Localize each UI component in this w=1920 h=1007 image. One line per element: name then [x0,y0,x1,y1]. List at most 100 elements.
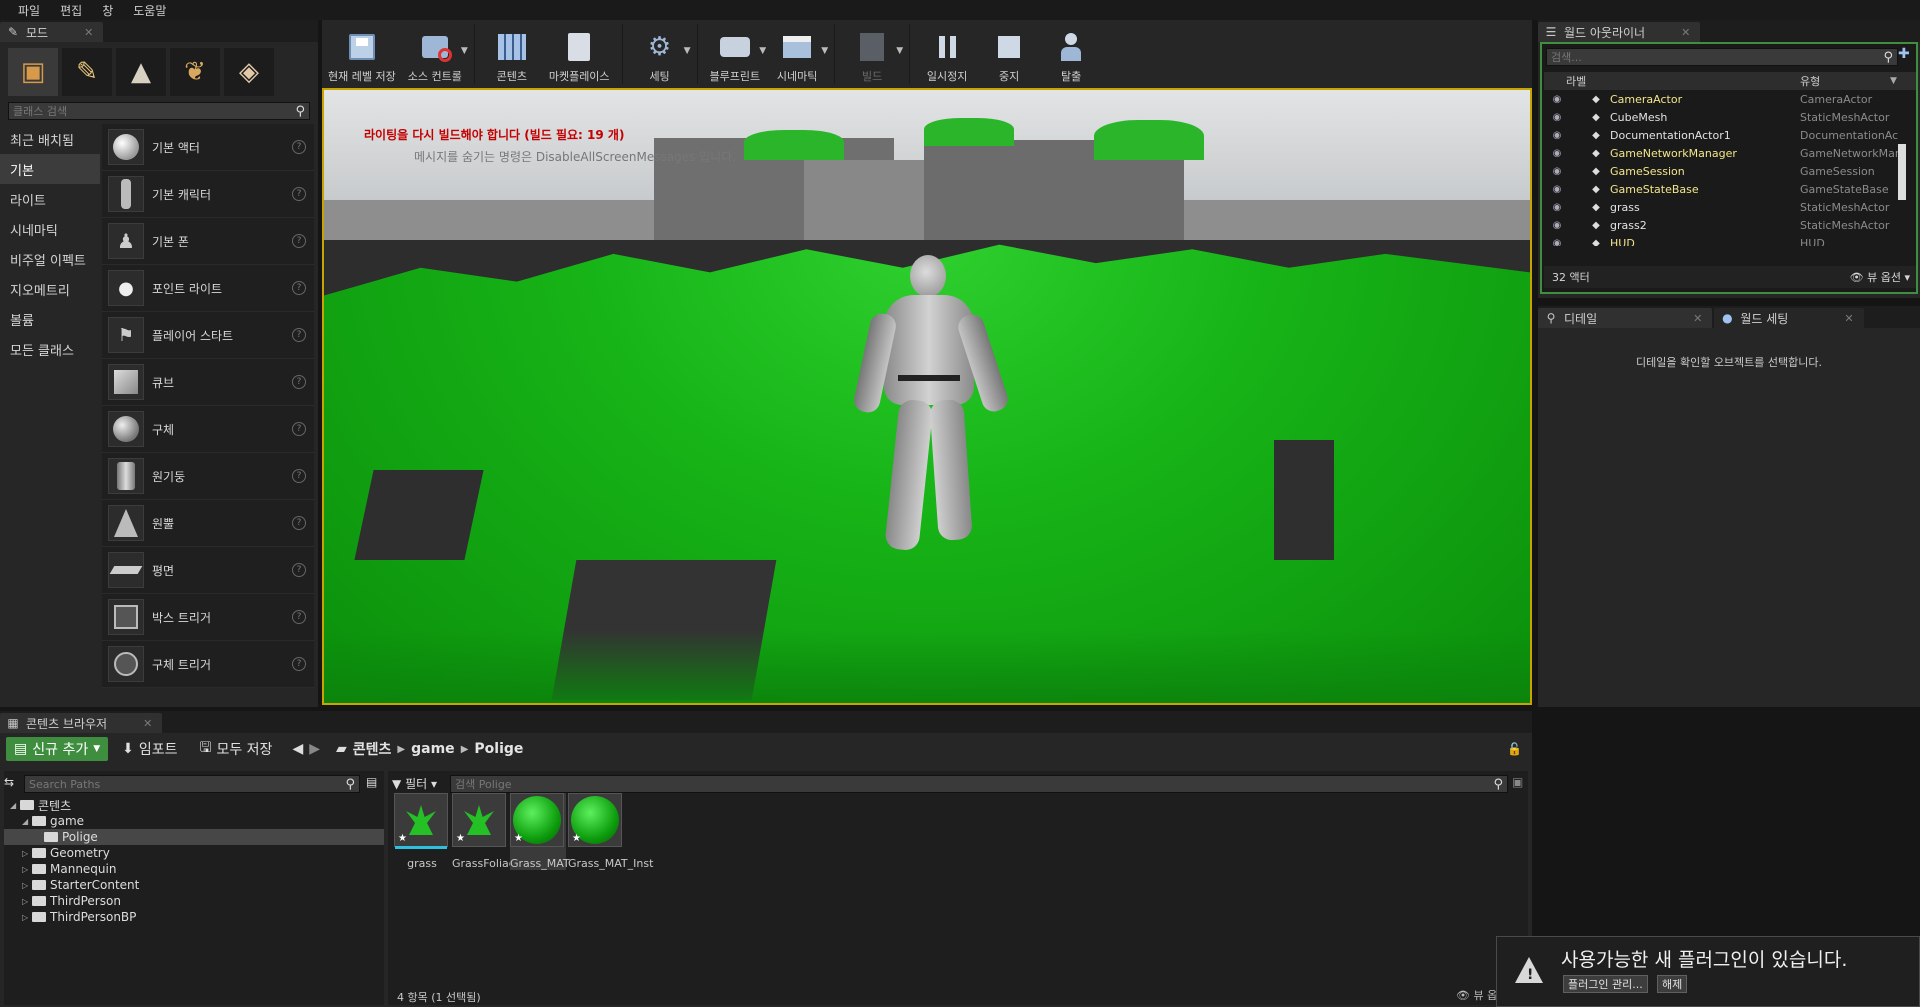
expand-arrow-icon[interactable]: ▷ [22,913,32,922]
expand-arrow-icon[interactable]: ▷ [22,881,32,890]
category-basic[interactable]: 기본 [0,154,100,184]
close-icon[interactable]: ✕ [1844,312,1853,325]
breadcrumb-separator-icon[interactable]: ▶ [461,744,469,755]
world-settings-tab[interactable]: ● 월드 세팅 ✕ [1714,308,1864,328]
outliner-col-type[interactable]: 유형 [1800,73,1890,89]
chevron-down-icon[interactable]: ▼ [821,46,828,56]
add-folder-icon[interactable]: ✚ [1898,46,1910,62]
list-view-icon[interactable]: ▤ [366,775,377,789]
outliner-search-input[interactable]: 검색... ⚲ [1546,48,1898,66]
view-options-button[interactable]: 👁 뷰 옵션 ▾ [1850,269,1910,285]
category-geometry[interactable]: 지오메트리 [0,274,100,304]
help-icon[interactable]: ? [292,234,306,248]
breadcrumb-polige[interactable]: Polige [474,741,523,757]
collections-toggle-icon[interactable]: ⇆ [4,775,14,789]
expand-arrow-icon[interactable]: ▷ [22,849,32,858]
eye-icon[interactable]: ◉ [1544,112,1570,123]
marketplace-button[interactable]: 마켓플레이스 [543,20,616,88]
eye-icon[interactable]: ◉ [1544,148,1570,159]
folder-tree-item[interactable]: ◢ game [4,813,384,829]
level-viewport[interactable]: 라이팅을 다시 빌드해야 합니다 (빌드 필요: 19 개) 메시지를 숨기는 … [322,88,1532,705]
help-icon[interactable]: ? [292,469,306,483]
search-paths-input[interactable]: Search Paths ⚲ [24,775,360,793]
help-icon[interactable]: ? [292,281,306,295]
help-icon[interactable]: ? [292,187,306,201]
outliner-row[interactable]: ◉ ◆ GameSession GameSession [1544,162,1916,180]
place-item[interactable]: ♟ 기본 폰? [102,218,314,265]
save-all-button[interactable]: 🖫 모두 저장 [192,737,281,761]
outliner-row[interactable]: ◉ ◆ DocumentationActor1 DocumentationAc [1544,126,1916,144]
chevron-down-icon[interactable]: ▼ [1890,76,1897,86]
back-arrow-icon[interactable]: ◀ [292,741,303,757]
chevron-down-icon[interactable]: ▼ [684,46,691,56]
folder-tree-item[interactable]: ▷ Mannequin [4,861,384,877]
pause-button[interactable]: 일시정지 [916,20,978,88]
expand-arrow-icon[interactable]: ▷ [22,865,32,874]
source-control-button[interactable]: 소스 컨트롤 ▼ [402,20,468,88]
import-button[interactable]: ⬇ 임포트 [114,737,185,761]
place-item[interactable]: 기본 캐릭터? [102,171,314,218]
folder-tree-item[interactable]: ▷ Geometry [4,845,384,861]
manage-plugins-button[interactable]: 플러그인 관리... [1563,975,1648,993]
place-item[interactable]: 원뿔? [102,500,314,547]
menu-help[interactable]: 도움말 [123,2,176,19]
outliner-row[interactable]: ◉ ◆ grass2 StaticMeshActor [1544,216,1916,234]
menu-file[interactable]: 파일 [8,2,50,19]
modes-tab[interactable]: ✎ 모드 ✕ [0,22,104,42]
chevron-down-icon[interactable]: ▼ [759,46,766,56]
expand-arrow-icon[interactable]: ▷ [22,897,32,906]
place-item[interactable]: 구체 트리거? [102,641,314,688]
settings-button[interactable]: ⚙ 세팅 ▼ [629,20,691,88]
outliner-col-label[interactable]: 라벨 [1566,73,1800,89]
category-lights[interactable]: 라이트 [0,184,100,214]
place-item[interactable]: 박스 트리거? [102,594,314,641]
help-icon[interactable]: ? [292,328,306,342]
category-volumes[interactable]: 볼륨 [0,304,100,334]
place-item[interactable]: ⚑ 플레이어 스타트? [102,312,314,359]
close-icon[interactable]: ✕ [1681,26,1690,39]
folder-tree-item[interactable]: ▷ ThirdPerson [4,893,384,909]
asset-search-input[interactable]: 검색 Polige ⚲ [450,775,1508,793]
folder-tree-item[interactable]: Polige [4,829,384,845]
content-button[interactable]: 콘텐츠 [481,20,543,88]
outliner-row[interactable]: ◉ ◆ CubeMesh StaticMeshActor [1544,108,1916,126]
help-icon[interactable]: ? [292,563,306,577]
outliner-row[interactable]: ◉ ◆ HUD HUD [1544,234,1916,247]
place-item[interactable]: 기본 액터? [102,124,314,171]
help-icon[interactable]: ? [292,516,306,530]
breadcrumb-content[interactable]: 콘텐츠 [353,739,392,759]
asset-tile[interactable]: ★ Grass_MAT [510,793,570,870]
folder-tree-item[interactable]: ▷ StarterContent [4,877,384,893]
place-mode-button[interactable]: ▣ [8,48,58,96]
place-item[interactable]: 평면? [102,547,314,594]
outliner-row[interactable]: ◉ ◆ GameStateBase GameStateBase [1544,180,1916,198]
outliner-tab[interactable]: ☰ 월드 아웃라이너 ✕ [1538,22,1701,42]
cinematics-button[interactable]: 시네마틱 ▼ [766,20,828,88]
class-search-input[interactable]: 클래스 검색 ⚲ [8,102,310,120]
eye-icon[interactable]: ◉ [1544,166,1570,177]
save-level-button[interactable]: 현재 레벨 저장 [322,20,402,88]
expand-arrow-icon[interactable]: ◢ [10,801,20,810]
stop-button[interactable]: 중지 [978,20,1040,88]
eye-icon[interactable]: ◉ [1544,202,1570,213]
category-recent[interactable]: 최근 배치됨 [0,124,100,154]
folder-tree-item[interactable]: ▷ ThirdPersonBP [4,909,384,925]
filter-button[interactable]: ▼ 필터 ▾ [392,775,437,792]
breadcrumb-separator-icon[interactable]: ▶ [397,744,405,755]
asset-tile[interactable]: ★ Grass_MAT_Inst [568,793,653,870]
place-item[interactable]: 큐브? [102,359,314,406]
close-icon[interactable]: ✕ [84,26,93,39]
forward-arrow-icon[interactable]: ▶ [309,741,320,757]
content-browser-tab[interactable]: ▦ 콘텐츠 브라우저 ✕ [0,713,163,733]
help-icon[interactable]: ? [292,140,306,154]
category-cinematic[interactable]: 시네마틱 [0,214,100,244]
category-all-classes[interactable]: 모든 클래스 [0,334,100,364]
help-icon[interactable]: ? [292,422,306,436]
help-icon[interactable]: ? [292,375,306,389]
eye-icon[interactable]: ◉ [1544,130,1570,141]
build-button[interactable]: 빌드 ▼ [841,20,903,88]
paint-mode-button[interactable]: ✎ [62,48,112,96]
eject-button[interactable]: 탈출 [1040,20,1102,88]
outliner-row[interactable]: ◉ ◆ GameNetworkManager GameNetworkMar [1544,144,1916,162]
asset-tile[interactable]: ★ grass [394,793,450,870]
